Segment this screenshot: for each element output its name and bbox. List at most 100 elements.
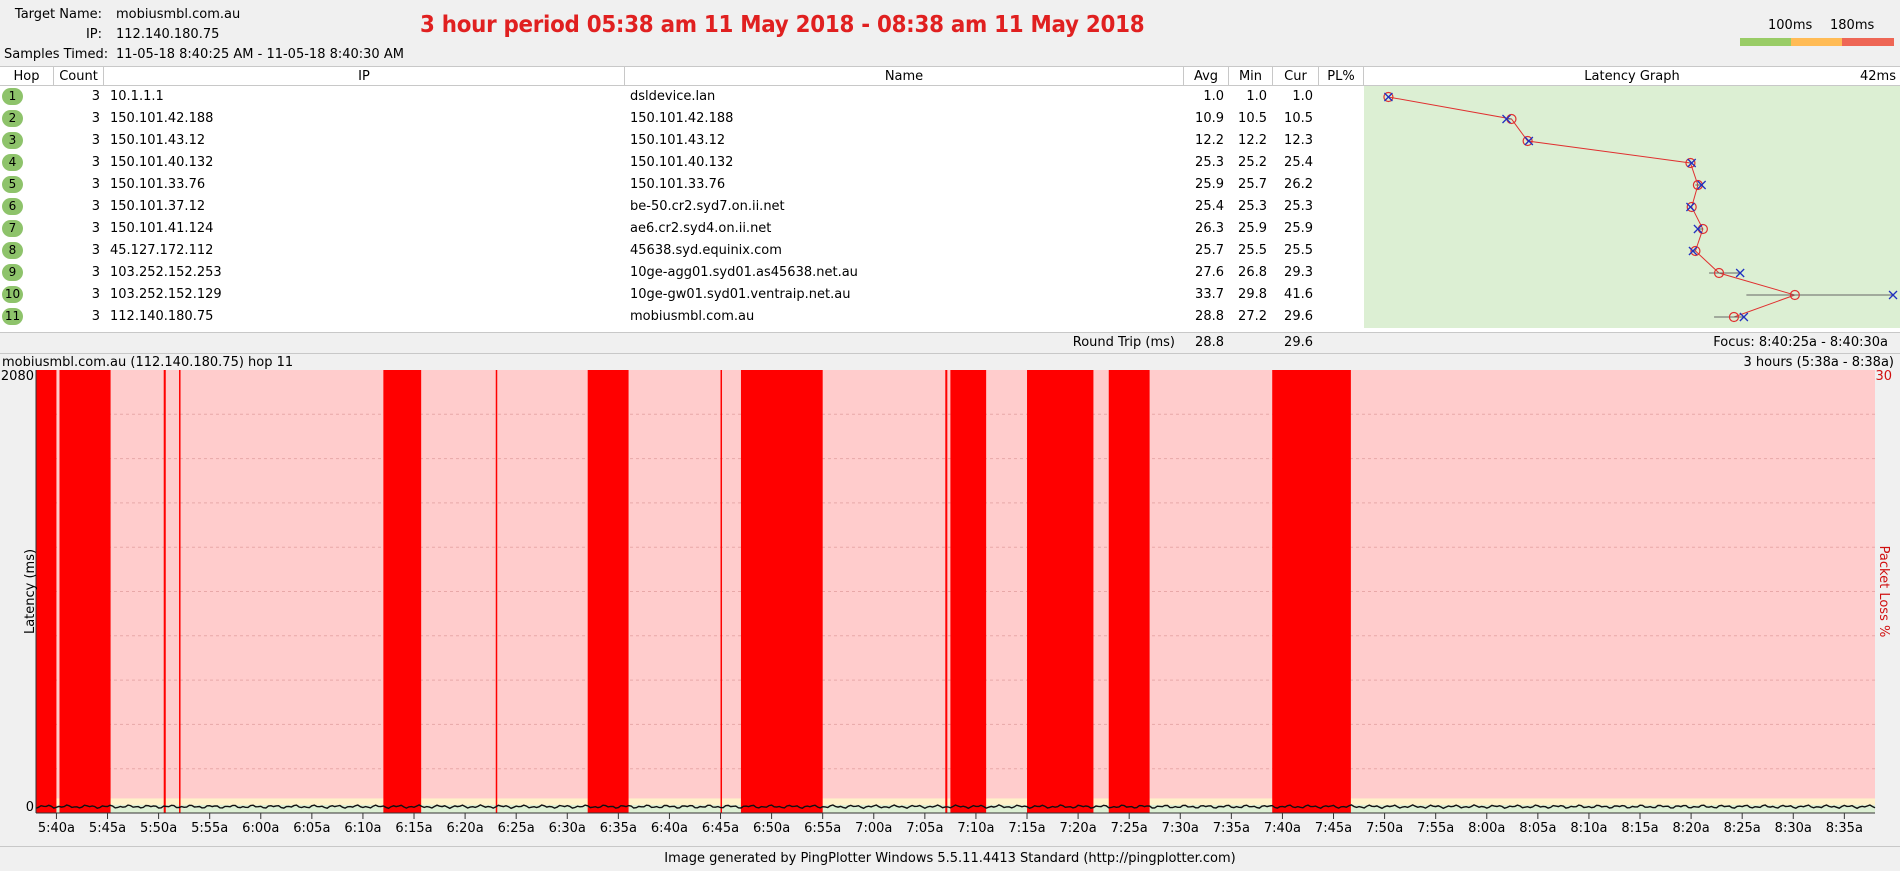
hop-ip: 150.101.37.12	[110, 199, 206, 214]
y-tick-zero: 0	[26, 800, 34, 815]
hop-pl	[1319, 152, 1359, 174]
hop-count: 3	[91, 155, 100, 170]
table-row[interactable]: 1 3 10.1.1.1 dsldevice.lan 1.0 1.0 1.0	[0, 86, 1364, 108]
x-tick-label: 7:10a	[957, 821, 994, 836]
hop-count: 3	[91, 221, 100, 236]
target-name-value: mobiusmbl.com.au	[116, 7, 241, 22]
hop-number: 11	[2, 308, 23, 325]
table-row[interactable]: 7 3 150.101.41.124 ae6.cr2.syd4.on.ii.net 26…	[0, 218, 1364, 240]
hop-min: 27.2	[1238, 309, 1267, 324]
hop-avg: 25.4	[1195, 199, 1224, 214]
hop-min: 1.0	[1246, 89, 1267, 104]
hop-number: 1	[2, 88, 23, 105]
col-cur[interactable]: Cur	[1273, 67, 1319, 86]
packet-loss-bar	[945, 370, 948, 813]
hop-name: 150.101.43.12	[630, 133, 726, 148]
threshold-100-label: 100ms	[1768, 18, 1813, 33]
hop-name: dsldevice.lan	[630, 89, 716, 104]
col-latency-graph[interactable]: Latency Graph 42ms	[1364, 67, 1900, 86]
hop-number: 7	[2, 220, 23, 237]
x-tick-label: 7:05a	[906, 821, 943, 836]
col-hop[interactable]: Hop	[0, 67, 54, 86]
hop-ip: 150.101.33.76	[110, 177, 206, 192]
hop-ip: 112.140.180.75	[110, 309, 214, 324]
col-name[interactable]: Name	[625, 67, 1184, 86]
ip-value: 112.140.180.75	[116, 27, 220, 42]
threshold-good-bar	[1740, 38, 1791, 46]
summary-header: Target Name: mobiusmbl.com.au IP: 112.14…	[0, 0, 1900, 66]
hop-number: 3	[2, 132, 23, 149]
x-tick-label: 6:00a	[242, 821, 279, 836]
latency-graph	[1364, 86, 1900, 328]
table-row[interactable]: 11 3 112.140.180.75 mobiusmbl.com.au 28.8 27.…	[0, 306, 1364, 328]
col-min[interactable]: Min	[1229, 67, 1273, 86]
y-tick-max: 2080	[1, 369, 34, 384]
x-tick-label: 5:50a	[140, 821, 177, 836]
hop-cur: 12.3	[1284, 133, 1313, 148]
x-tick-label: 6:55a	[804, 821, 841, 836]
col-count[interactable]: Count	[54, 67, 104, 86]
x-tick-label: 6:30a	[549, 821, 586, 836]
hop-name: 10ge-gw01.syd01.ventraip.net.au	[630, 287, 851, 302]
x-tick-label: 8:30a	[1775, 821, 1812, 836]
hop-avg: 12.2	[1195, 133, 1224, 148]
hop-name: be-50.cr2.syd7.on.ii.net	[630, 199, 785, 214]
table-row[interactable]: 9 3 103.252.152.253 10ge-agg01.syd01.as4563…	[0, 262, 1364, 284]
hop-count: 3	[91, 133, 100, 148]
hop-min: 29.8	[1238, 287, 1267, 302]
packet-loss-bar	[383, 370, 422, 813]
trace-table: Hop Count IP Name Avg Min Cur PL% Latenc…	[0, 66, 1900, 354]
round-trip-avg: 28.8	[1195, 335, 1224, 350]
hop-min: 10.5	[1238, 111, 1267, 126]
table-row[interactable]: 3 3 150.101.43.12 150.101.43.12 12.2 12.2 12.3	[0, 130, 1364, 152]
hop-min: 25.2	[1238, 155, 1267, 170]
hop-cur: 41.6	[1284, 287, 1313, 302]
hop-ip: 150.101.42.188	[110, 111, 214, 126]
hop-ip: 10.1.1.1	[110, 89, 164, 104]
x-tick-label: 8:25a	[1724, 821, 1761, 836]
footer-credit: Image generated by PingPlotter Windows 5…	[0, 846, 1900, 871]
period-banner: 3 hour period 05:38 am 11 May 2018 - 08:…	[420, 12, 1145, 38]
threshold-warn-bar	[1791, 38, 1842, 46]
hop-cur: 1.0	[1292, 89, 1313, 104]
hop-name: 10ge-agg01.syd01.as45638.net.au	[630, 265, 858, 280]
x-tick-label: 7:20a	[1060, 821, 1097, 836]
col-pl[interactable]: PL%	[1319, 67, 1364, 86]
samples-label: Samples Timed:	[4, 47, 109, 62]
x-tick-label: 6:05a	[293, 821, 330, 836]
timeline-chart[interactable]: 2080 0 30 Latency (ms) Packet Loss % 5:40a 5:4…	[0, 368, 1900, 840]
hop-pl	[1319, 196, 1359, 218]
hop-pl	[1319, 218, 1359, 240]
table-row[interactable]: 6 3 150.101.37.12 be-50.cr2.syd7.on.ii.net 2…	[0, 196, 1364, 218]
hop-number: 4	[2, 154, 23, 171]
y2-tick-max: 30	[1875, 369, 1892, 384]
table-row[interactable]: 8 3 45.127.172.112 45638.syd.equinix.com 25.…	[0, 240, 1364, 262]
packet-loss-bar	[740, 370, 823, 813]
hop-pl	[1319, 306, 1359, 328]
hop-pl	[1319, 284, 1359, 306]
hop-name: 45638.syd.equinix.com	[630, 243, 782, 258]
hop-name: ae6.cr2.syd4.on.ii.net	[630, 221, 772, 236]
hop-name: 150.101.42.188	[630, 111, 734, 126]
packet-loss-bar	[587, 370, 629, 813]
col-avg[interactable]: Avg	[1184, 67, 1229, 86]
x-tick-label: 7:00a	[855, 821, 892, 836]
latency-graph-scale: 42ms	[1860, 69, 1896, 84]
x-tick-label: 6:25a	[498, 821, 535, 836]
x-tick-label: 8:15a	[1621, 821, 1658, 836]
hop-min: 26.8	[1238, 265, 1267, 280]
hop-ip: 103.252.152.253	[110, 265, 222, 280]
table-row[interactable]: 2 3 150.101.42.188 150.101.42.188 10.9 10.5 10…	[0, 108, 1364, 130]
hop-pl	[1319, 108, 1359, 130]
hop-number: 5	[2, 176, 23, 193]
table-row[interactable]: 5 3 150.101.33.76 150.101.33.76 25.9 25.7 26.2	[0, 174, 1364, 196]
x-tick-label: 8:05a	[1519, 821, 1556, 836]
round-trip-row: Round Trip (ms) 28.8 29.6 Focus: 8:40:25…	[0, 332, 1900, 354]
x-tick-label: 7:30a	[1162, 821, 1199, 836]
x-tick-label: 6:45a	[702, 821, 739, 836]
table-row[interactable]: 4 3 150.101.40.132 150.101.40.132 25.3 25.2 25…	[0, 152, 1364, 174]
table-row[interactable]: 10 3 103.252.152.129 10ge-gw01.syd01.ventra…	[0, 284, 1364, 306]
col-ip[interactable]: IP	[104, 67, 625, 86]
x-tick-label: 7:35a	[1213, 821, 1250, 836]
hop-avg: 1.0	[1203, 89, 1224, 104]
